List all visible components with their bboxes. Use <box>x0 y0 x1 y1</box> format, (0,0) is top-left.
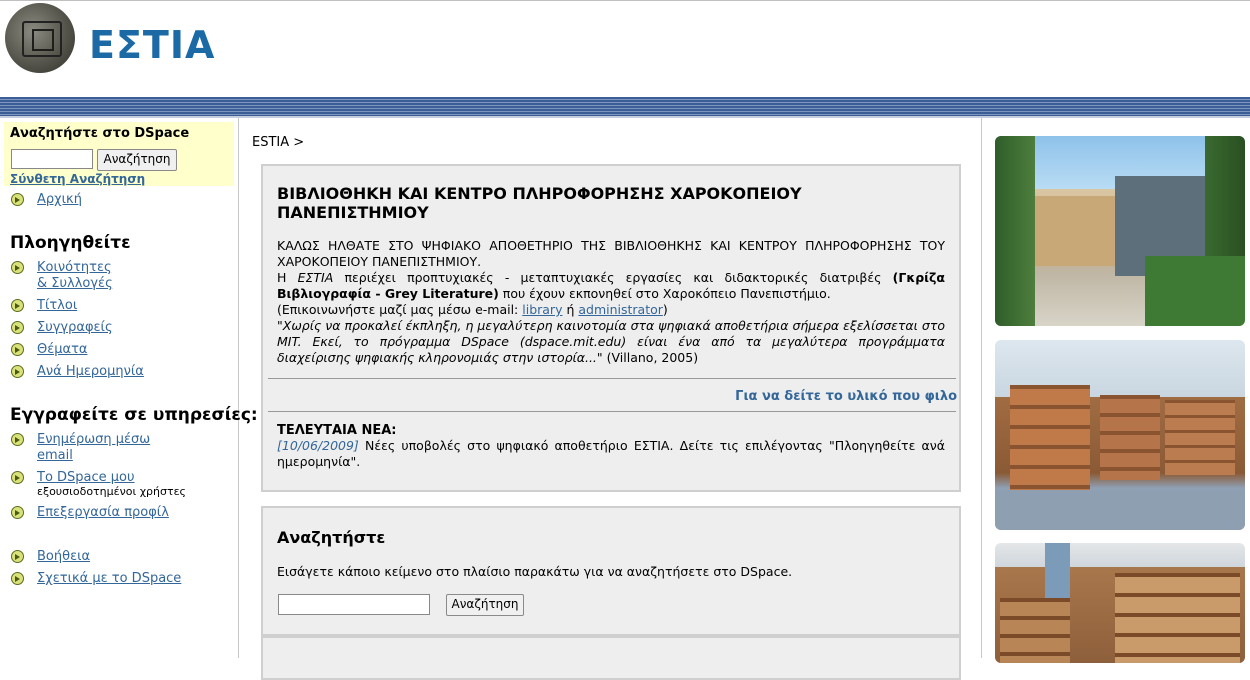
nav-link-about[interactable]: Σχετικά με το DSpace <box>37 571 181 587</box>
intro-title: ΒΙΒΛΙΟΘΗΚΗ ΚΑΙ ΚΕΝΤΡΟ ΠΛΗΡΟΦΟΡΗΣΗΣ ΧΑΡΟΚ… <box>277 184 802 222</box>
news-heading: ΤΕΛΕΥΤΑΙΑ ΝΕΑ: <box>277 423 397 438</box>
bullet-arrow-icon <box>11 343 24 356</box>
search-panel-title: Αναζητήστε <box>277 528 386 547</box>
nav-link-help[interactable]: Βοήθεια <box>37 549 90 565</box>
nav-link-subjects[interactable]: Θέματα <box>37 342 88 358</box>
next-panel <box>261 636 961 680</box>
site-logo[interactable] <box>5 3 75 73</box>
bullet-arrow-icon <box>11 299 24 312</box>
bullet-arrow-icon <box>11 193 24 206</box>
bullet-arrow-icon <box>11 572 24 585</box>
bullet-arrow-icon <box>11 433 24 446</box>
nav-link-communities[interactable]: Κοινότητες & Συλλογές <box>37 260 113 292</box>
bullet-arrow-icon <box>11 471 24 484</box>
library-shelves-photo <box>995 340 1245 530</box>
main-search-button[interactable]: Αναζήτηση <box>446 594 524 616</box>
search-panel: Αναζητήστε Εισάγετε κάποιο κείμενο στο π… <box>261 506 961 636</box>
intro-panel: ΒΙΒΛΙΟΘΗΚΗ ΚΑΙ ΚΕΝΤΡΟ ΠΛΗΡΟΦΟΡΗΣΗΣ ΧΑΡΟΚ… <box>261 164 961 492</box>
bullet-arrow-icon <box>11 365 24 378</box>
my-dspace-subtitle: εξουσιοδοτημένοι χρήστες <box>37 485 186 498</box>
bullet-arrow-icon <box>11 550 24 563</box>
bullet-arrow-icon <box>11 261 24 274</box>
site-header: ΕΣΤΙΑ <box>0 0 1250 98</box>
nav-link-authors[interactable]: Συγγραφείς <box>37 320 113 336</box>
browse-heading: Πλοηγηθείτε <box>10 233 131 253</box>
divider <box>268 411 956 412</box>
campus-photo <box>995 136 1245 326</box>
divider <box>268 378 956 379</box>
left-navigation: Αναζητήστε στο DSpace Αναζήτηση Σύνθετη … <box>0 118 258 658</box>
header-stripe <box>0 97 1250 117</box>
library-email-link[interactable]: library <box>522 302 562 317</box>
nav-link-edit-profile[interactable]: Επεξεργασία προφίλ <box>37 505 169 521</box>
breadcrumb[interactable]: ESTIA > <box>252 135 304 150</box>
nav-link-email-updates[interactable]: Ενημέρωση μέσω email <box>37 432 150 464</box>
administrator-email-link[interactable]: administrator <box>578 302 663 317</box>
bullet-arrow-icon <box>11 506 24 519</box>
sidebar-search-label: Αναζητήστε στο DSpace <box>10 126 190 141</box>
library-shelves-photo-2 <box>995 543 1245 663</box>
nav-link-my-dspace[interactable]: Το DSpace μου <box>37 470 135 486</box>
nav-link-home[interactable]: Αρχική <box>37 192 82 208</box>
search-panel-description: Εισάγετε κάποιο κείμενο στο πλαίσιο παρα… <box>277 564 793 579</box>
sidebar-search-button[interactable]: Αναζήτηση <box>97 149 177 171</box>
bullet-arrow-icon <box>11 321 24 334</box>
advanced-search-link[interactable]: Σύνθετη Αναζήτηση <box>10 172 145 186</box>
nav-link-by-date[interactable]: Ανά Ημερομηνία <box>37 364 144 380</box>
intro-text: ΚΑΛΩΣ ΗΛΘΑΤΕ ΣΤΟ ΨΗΦΙΑΚΟ ΑΠΟΘΕΤΗΡΙΟ ΤΗΣ … <box>277 238 945 365</box>
nav-link-titles[interactable]: Τίτλοι <box>37 298 77 314</box>
main-search-input[interactable] <box>278 594 430 615</box>
welcome-text: ΚΑΛΩΣ ΗΛΘΑΤΕ ΣΤΟ ΨΗΦΙΑΚΟ ΑΠΟΘΕΤΗΡΙΟ ΤΗΣ … <box>277 238 945 269</box>
view-material-link[interactable]: Για να δείτε το υλικό που φιλο <box>735 389 957 404</box>
news-item: [10/06/2009] Νέες υποβολές στο ψηφιακό α… <box>277 438 945 469</box>
news-date: [10/06/2009] <box>277 438 359 453</box>
sidebar-search-box: Αναζητήστε στο DSpace Αναζήτηση Σύνθετη … <box>4 122 234 186</box>
subscribe-heading: Εγγραφείτε σε υπηρεσίες: <box>10 405 258 425</box>
site-title[interactable]: ΕΣΤΙΑ <box>89 23 215 67</box>
sidebar-search-input[interactable] <box>11 149 93 169</box>
